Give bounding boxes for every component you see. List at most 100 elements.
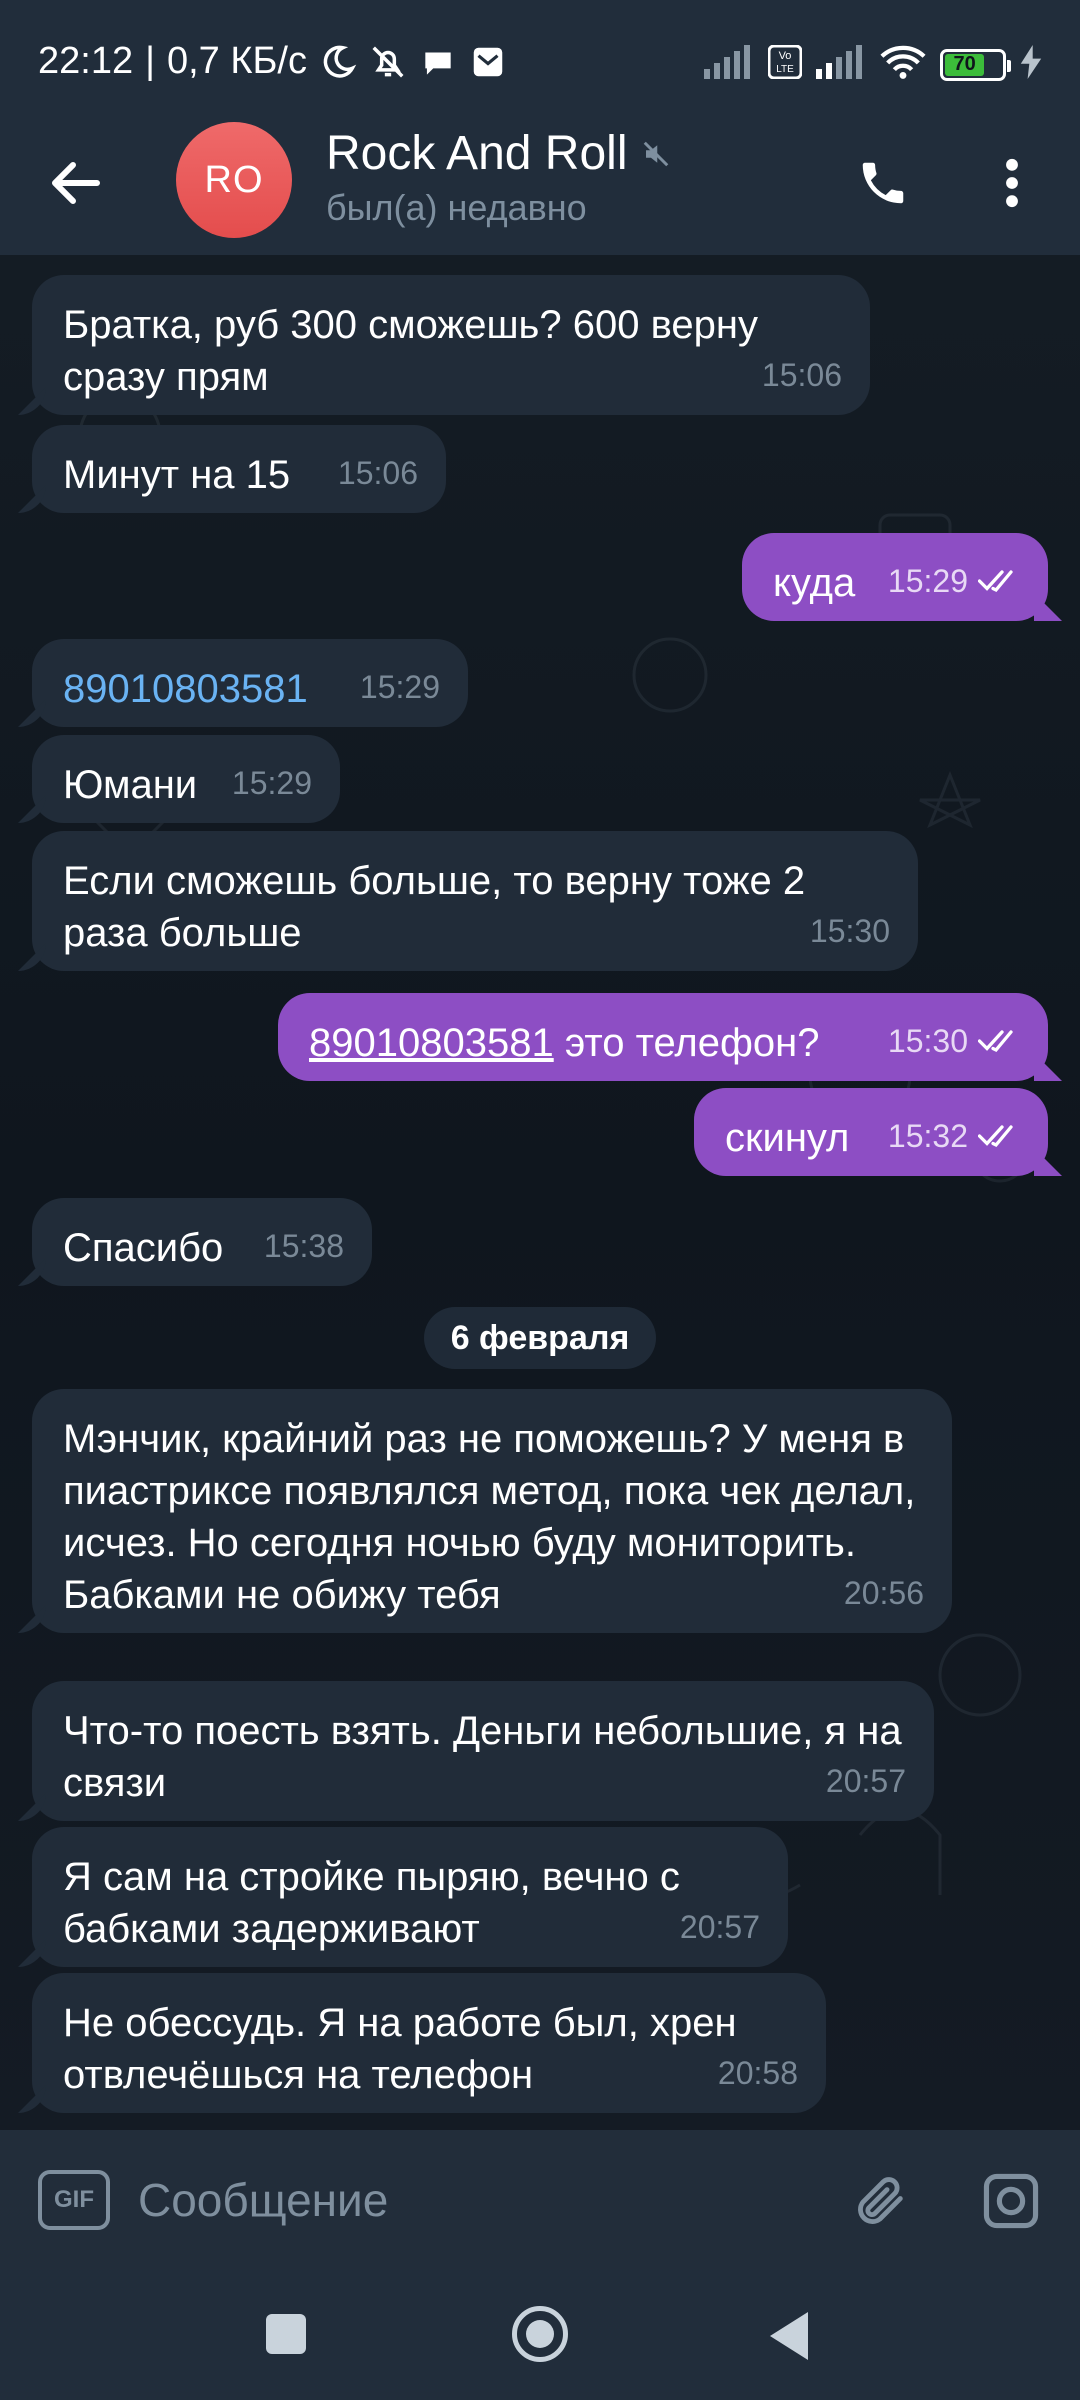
- message-time-text: 20:56: [843, 1575, 924, 1611]
- message-text: Мэнчик, крайний раз не поможешь? У меня …: [63, 1417, 916, 1617]
- signal-icon: [704, 45, 754, 84]
- chat-title: Rock And Roll: [326, 127, 628, 180]
- attach-button[interactable]: [848, 2168, 914, 2234]
- battery-icon: 70: [940, 48, 1011, 81]
- back-button[interactable]: [40, 148, 110, 218]
- battery-level: 70: [945, 53, 985, 76]
- message-time-text: 15:30: [887, 1023, 968, 1059]
- phone-icon: [862, 162, 904, 204]
- message-time: 15:06: [338, 447, 418, 499]
- more-menu-button[interactable]: [982, 148, 1042, 218]
- message-time-text: 15:29: [359, 669, 440, 705]
- chat-icon: [419, 43, 457, 81]
- message-text: Братка, руб 300 сможешь? 600 верну сразу…: [63, 303, 758, 399]
- double-check-icon: [978, 1125, 1013, 1148]
- bell-off-icon: [369, 43, 407, 81]
- message-bubble-incoming[interactable]: 89010803581 15:29: [32, 639, 468, 727]
- message-time: 15:29: [888, 555, 1020, 607]
- message-text: Минут на 15: [63, 453, 291, 497]
- status-left: 22:12 | 0,7 КБ/с: [38, 40, 507, 83]
- message-time-text: 15:29: [887, 563, 968, 599]
- charging-icon: [1020, 45, 1042, 84]
- message-bubble-incoming[interactable]: Не обессудь. Я на работе был, хрен отвле…: [32, 1973, 826, 2113]
- message-bubble-outgoing[interactable]: 89010803581 это телефон? 15:30: [278, 993, 1048, 1081]
- message-text: Спасибо: [63, 1226, 224, 1270]
- message-time: 15:32: [888, 1110, 1020, 1162]
- message-bubble-incoming[interactable]: Я сам на стройке пыряю, вечно с бабками …: [32, 1827, 788, 1967]
- message-text: Юмани: [63, 763, 198, 807]
- message-time-text: 15:29: [231, 765, 312, 801]
- message-text: скинул: [725, 1116, 850, 1160]
- svg-text:Vo: Vo: [779, 50, 792, 62]
- message-time: 20:57: [680, 1901, 760, 1953]
- mail-icon: [469, 43, 507, 81]
- message-input[interactable]: [138, 2160, 818, 2240]
- double-check-icon: [978, 1030, 1013, 1053]
- double-check-icon: [978, 570, 1013, 593]
- volte-icon: Vo LTE: [767, 44, 803, 84]
- message-bubble-incoming[interactable]: Если сможешь больше, то верну тоже 2 раз…: [32, 831, 918, 971]
- system-nav-bar: [0, 2270, 1080, 2400]
- phone-link[interactable]: 89010803581: [63, 667, 308, 711]
- gif-button[interactable]: GIF: [38, 2170, 110, 2230]
- message-text: Не обессудь. Я на работе был, хрен отвле…: [63, 2001, 737, 2097]
- message-time-text: 20:58: [717, 2055, 798, 2091]
- muted-icon: [644, 141, 669, 166]
- message-time: 15:06: [762, 349, 842, 401]
- status-time: 22:12: [38, 40, 134, 82]
- chat-title-area[interactable]: Rock And Roll был(а) недавно: [326, 126, 671, 229]
- message-bubble-incoming[interactable]: Спасибо 15:38: [32, 1198, 372, 1286]
- message-time: 15:29: [360, 661, 440, 713]
- chat-header: RO Rock And Roll был(а) недавно: [0, 110, 1080, 255]
- message-time: 15:30: [888, 1015, 1020, 1067]
- message-time-text: 15:06: [337, 455, 418, 491]
- network-speed: 0,7 КБ/с: [166, 40, 307, 82]
- avatar[interactable]: RO: [176, 122, 292, 238]
- date-separator: 6 февраля: [424, 1307, 656, 1369]
- message-time-text: 15:38: [263, 1228, 344, 1264]
- message-text: это телефон?: [553, 1021, 820, 1065]
- moon-icon: [319, 43, 357, 81]
- chat-status: был(а) недавно: [326, 187, 587, 228]
- message-bubble-incoming[interactable]: Юмани 15:29: [32, 735, 340, 823]
- message-time-text: 15:30: [809, 913, 890, 949]
- arrow-left-icon: [52, 162, 100, 204]
- message-composer: GIF: [0, 2130, 1080, 2270]
- signal-icon-2: [816, 45, 866, 84]
- avatar-initials: RO: [204, 158, 264, 201]
- message-bubble-outgoing[interactable]: куда 15:29: [742, 533, 1048, 621]
- camera-button[interactable]: [978, 2168, 1044, 2234]
- message-time: 15:30: [810, 905, 890, 957]
- camera-icon: [983, 2173, 1039, 2229]
- more-vertical-icon: [1006, 158, 1018, 208]
- phone-link[interactable]: 89010803581: [309, 1021, 554, 1065]
- message-time: 20:56: [844, 1567, 924, 1619]
- wifi-icon: [880, 44, 926, 85]
- message-bubble-incoming[interactable]: Что-то поесть взять. Деньги небольшие, я…: [32, 1681, 934, 1821]
- message-time: 20:57: [826, 1755, 906, 1807]
- message-bubble-outgoing[interactable]: скинул 15:32: [694, 1088, 1048, 1176]
- message-time: 20:58: [718, 2047, 798, 2099]
- message-text: куда: [773, 561, 856, 605]
- message-list[interactable]: Братка, руб 300 сможешь? 600 верну сразу…: [0, 255, 1080, 2130]
- message-time-text: 15:32: [887, 1118, 968, 1154]
- message-text: Если сможешь больше, то верну тоже 2 раз…: [63, 859, 806, 955]
- message-time-text: 20:57: [679, 1909, 760, 1945]
- chat-title-row: Rock And Roll: [326, 126, 671, 181]
- status-separator: |: [145, 40, 155, 82]
- message-time: 15:38: [264, 1220, 344, 1272]
- message-time: 15:29: [232, 757, 312, 809]
- system-back-button[interactable]: [770, 2312, 808, 2360]
- message-time-text: 15:06: [761, 357, 842, 393]
- message-bubble-incoming[interactable]: Минут на 15 15:06: [32, 425, 446, 513]
- paperclip-icon: [858, 2177, 903, 2224]
- message-bubble-incoming[interactable]: Братка, руб 300 сможешь? 600 верну сразу…: [32, 275, 870, 415]
- home-button[interactable]: [512, 2306, 568, 2362]
- message-bubble-incoming[interactable]: Мэнчик, крайний раз не поможешь? У меня …: [32, 1389, 952, 1633]
- status-right: Vo LTE 70: [704, 44, 1042, 85]
- message-time-text: 20:57: [825, 1763, 906, 1799]
- gif-label: GIF: [54, 2186, 94, 2213]
- call-button[interactable]: [848, 148, 918, 218]
- recent-apps-button[interactable]: [266, 2314, 306, 2354]
- svg-text:LTE: LTE: [776, 64, 794, 75]
